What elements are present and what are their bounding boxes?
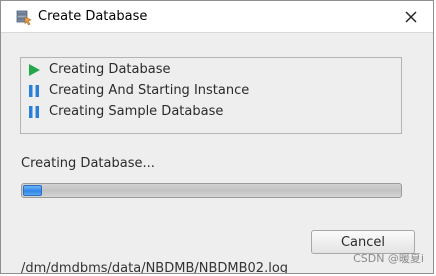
pause-icon xyxy=(29,106,39,118)
title-bar: Create Database xyxy=(1,1,433,33)
close-icon[interactable] xyxy=(401,7,421,27)
play-icon xyxy=(29,64,40,76)
progress-fill xyxy=(23,185,42,196)
step-creating-sample-database: Creating Sample Database xyxy=(27,102,223,122)
database-app-icon xyxy=(16,10,32,26)
pause-icon xyxy=(29,85,39,97)
watermark: CSDN @暖夏i xyxy=(353,252,424,265)
step-list: Creating Database Creating And Starting … xyxy=(20,57,402,134)
cancel-button[interactable]: Cancel xyxy=(311,230,415,254)
step-label: Creating Database xyxy=(49,62,171,77)
progress-bar xyxy=(21,183,402,198)
status-text: Creating Database... xyxy=(21,156,155,171)
window-title: Create Database xyxy=(38,9,148,24)
step-label: Creating And Starting Instance xyxy=(49,83,250,98)
step-creating-instance: Creating And Starting Instance xyxy=(27,81,249,101)
create-database-dialog: Create Database Creating Database Creati… xyxy=(0,0,434,274)
background-log-path: /dm/dmdbms/data/NBDMB/NBDMB02.log xyxy=(21,261,289,274)
step-creating-database: Creating Database xyxy=(27,60,170,80)
step-label: Creating Sample Database xyxy=(49,104,224,119)
